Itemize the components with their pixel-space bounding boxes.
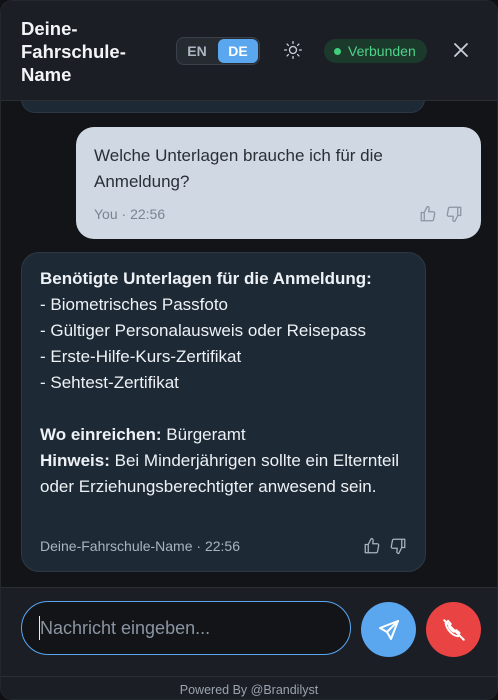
phone-hangup-icon bbox=[442, 618, 465, 641]
powered-by: Powered By @Brandilyst bbox=[1, 676, 497, 697]
thumbs-up-icon[interactable] bbox=[419, 205, 437, 223]
thumbs-up-icon[interactable] bbox=[363, 537, 381, 555]
status-badge: Verbunden bbox=[324, 39, 427, 63]
bot-heading: Benötigte Unterlagen für die Anmeldung: bbox=[40, 269, 372, 288]
status-label: Verbunden bbox=[348, 43, 416, 59]
language-toggle: EN DE bbox=[176, 37, 260, 65]
send-button[interactable] bbox=[361, 602, 416, 657]
user-message-text: Welche Unterlagen brauche ich für die An… bbox=[94, 146, 383, 191]
widget-header: Deine- Fahrschule- Name EN DE Verbunden bbox=[1, 1, 497, 101]
user-message-meta: You · 22:56 bbox=[94, 206, 166, 222]
thumbs-down-icon[interactable] bbox=[445, 205, 463, 223]
text-caret bbox=[39, 616, 40, 640]
user-message-feedback bbox=[419, 205, 463, 223]
brand-line-2: Fahrschule- bbox=[21, 41, 126, 62]
chat-widget: Deine- Fahrschule- Name EN DE Verbunden bbox=[0, 0, 498, 700]
bot-message: Benötigte Unterlagen für die Anmeldung: … bbox=[21, 252, 426, 572]
sun-icon[interactable] bbox=[282, 39, 304, 61]
brand-name: Deine- Fahrschule- Name bbox=[21, 17, 161, 86]
message-input[interactable] bbox=[21, 601, 351, 655]
close-icon[interactable] bbox=[451, 40, 471, 60]
lang-de-button[interactable]: DE bbox=[218, 39, 258, 63]
composer: Powered By @Brandilyst bbox=[1, 587, 497, 699]
list-item: - Sehtest-Zertifikat bbox=[40, 373, 179, 392]
send-icon bbox=[378, 619, 399, 640]
previous-message-bubble bbox=[21, 101, 425, 113]
list-item: - Biometrisches Passfoto bbox=[40, 295, 229, 314]
where-label: Wo einreichen: bbox=[40, 425, 162, 444]
hint-label: Hinweis: bbox=[40, 451, 110, 470]
end-call-button[interactable] bbox=[426, 602, 481, 657]
brand-line-1: Deine- bbox=[21, 18, 78, 39]
chat-messages[interactable]: Welche Unterlagen brauche ich für die An… bbox=[1, 101, 497, 587]
lang-en-button[interactable]: EN bbox=[177, 38, 217, 64]
user-message: Welche Unterlagen brauche ich für die An… bbox=[76, 127, 481, 239]
bot-message-text: Benötigte Unterlagen für die Anmeldung: … bbox=[40, 266, 407, 500]
list-item: - Gültiger Personalausweis oder Reisepas… bbox=[40, 321, 366, 340]
where-value: Bürgeramt bbox=[161, 425, 246, 444]
list-item: - Erste-Hilfe-Kurs-Zertifikat bbox=[40, 347, 242, 366]
bot-message-feedback bbox=[363, 537, 407, 555]
bot-message-meta: Deine-Fahrschule-Name · 22:56 bbox=[40, 538, 240, 554]
status-dot-icon bbox=[334, 47, 341, 55]
thumbs-down-icon[interactable] bbox=[389, 537, 407, 555]
brand-line-3: Name bbox=[21, 64, 72, 85]
